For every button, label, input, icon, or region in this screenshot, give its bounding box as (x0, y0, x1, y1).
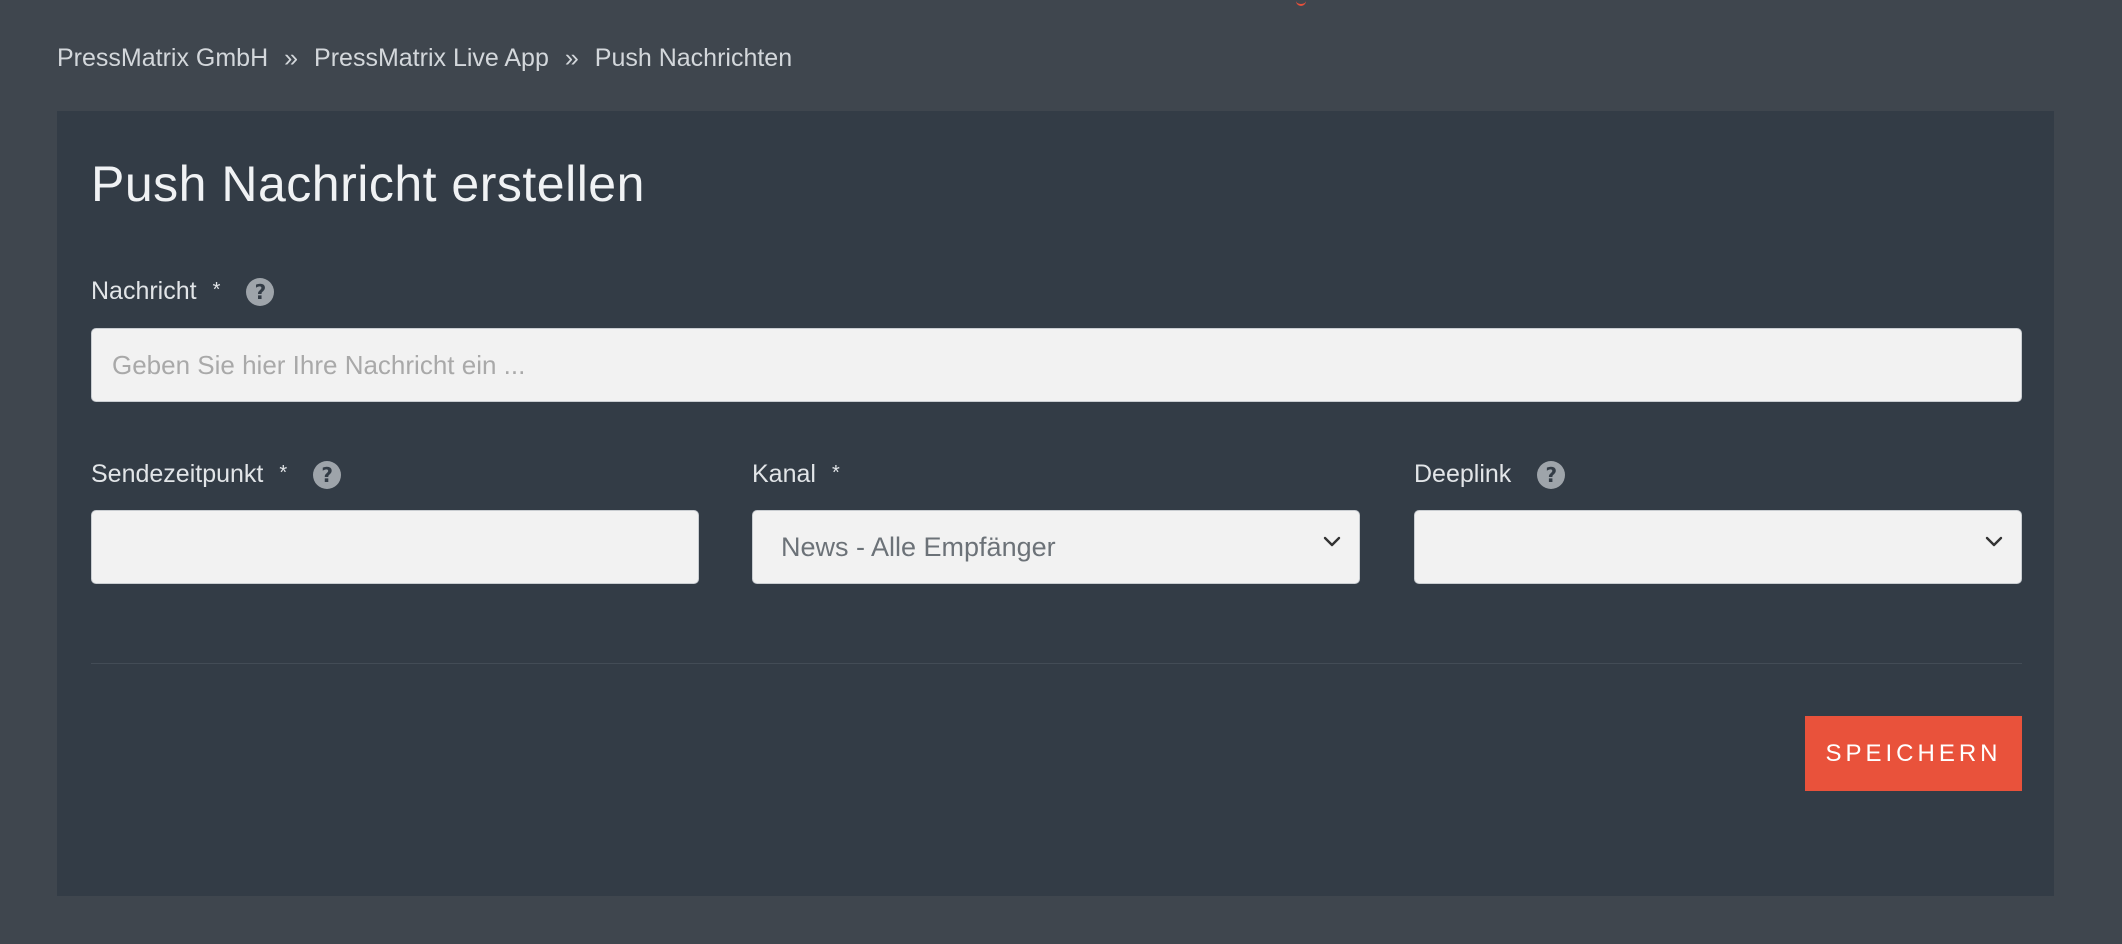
breadcrumb-separator: » (564, 44, 579, 72)
help-icon[interactable]: ? (246, 277, 275, 306)
breadcrumb-current: Push Nachrichten (594, 44, 793, 72)
required-marker: * (279, 461, 288, 484)
message-input[interactable] (91, 328, 2022, 402)
chevron-down-icon (1323, 533, 1341, 551)
breadcrumb-link-app[interactable]: PressMatrix Live App (314, 44, 549, 73)
channel-selected-value: News - Alle Empfänger (781, 531, 1056, 562)
top-accent-mark (1296, 0, 1306, 6)
help-icon[interactable]: ? (313, 460, 342, 489)
channel-label: Kanal * (752, 460, 840, 489)
required-marker: * (212, 278, 221, 301)
required-marker: * (831, 461, 840, 484)
breadcrumb-link-company[interactable]: PressMatrix GmbH (57, 44, 268, 73)
page-title: Push Nachricht erstellen (91, 156, 645, 212)
channel-label-text: Kanal (752, 460, 816, 488)
save-button[interactable]: SPEICHERN (1805, 716, 2022, 791)
message-label: Nachricht * ? (91, 277, 275, 306)
deeplink-label: Deeplink ? (1414, 460, 1566, 489)
send-time-input[interactable] (91, 510, 699, 584)
send-time-label: Sendezeitpunkt * ? (91, 460, 342, 489)
form-divider (91, 663, 2022, 664)
breadcrumb-separator: » (284, 44, 299, 72)
message-label-text: Nachricht (91, 277, 197, 305)
form-panel: Push Nachricht erstellen Nachricht * ? S… (57, 111, 2054, 896)
send-time-label-text: Sendezeitpunkt (91, 460, 264, 488)
channel-select[interactable]: News - Alle Empfänger (752, 510, 1360, 584)
deeplink-select[interactable] (1414, 510, 2022, 584)
deeplink-label-text: Deeplink (1414, 460, 1512, 488)
help-icon[interactable]: ? (1537, 460, 1566, 489)
chevron-down-icon (1985, 533, 2003, 551)
breadcrumb: PressMatrix GmbH » PressMatrix Live App … (57, 44, 792, 73)
